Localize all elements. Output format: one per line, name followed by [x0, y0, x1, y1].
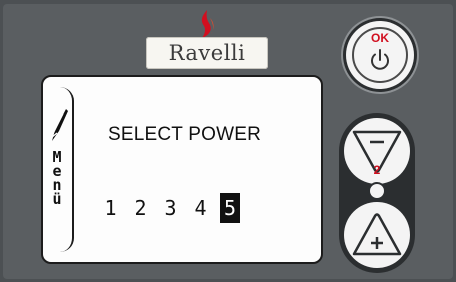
ok-label: OK: [371, 31, 389, 45]
brand-logo: Ravelli: [146, 37, 268, 69]
brand-name: Ravelli: [168, 41, 246, 65]
power-level-4[interactable]: 4: [188, 193, 213, 223]
power-level-1[interactable]: 1: [98, 193, 123, 223]
decrease-button-number: 2: [373, 163, 381, 177]
power-icon: [371, 49, 389, 70]
increase-button[interactable]: [344, 202, 410, 268]
power-level-5[interactable]: 5: [220, 193, 240, 223]
ok-power-button[interactable]: OK: [346, 21, 414, 89]
menu-letter: ü: [52, 190, 62, 208]
lcd-display: [41, 75, 323, 264]
power-level-3[interactable]: 3: [158, 193, 183, 223]
flame-icon: [201, 10, 214, 38]
adjust-button-group: 2 1: [339, 113, 415, 273]
power-level-2[interactable]: 2: [128, 193, 153, 223]
pen-icon: [50, 109, 68, 141]
power-level-list: 1 2 3 4 5: [98, 193, 245, 223]
menu-label: M e n ü: [47, 150, 67, 208]
screen-title: SELECT POWER: [108, 124, 262, 145]
status-led: [368, 182, 386, 200]
plus-icon: [352, 213, 402, 256]
